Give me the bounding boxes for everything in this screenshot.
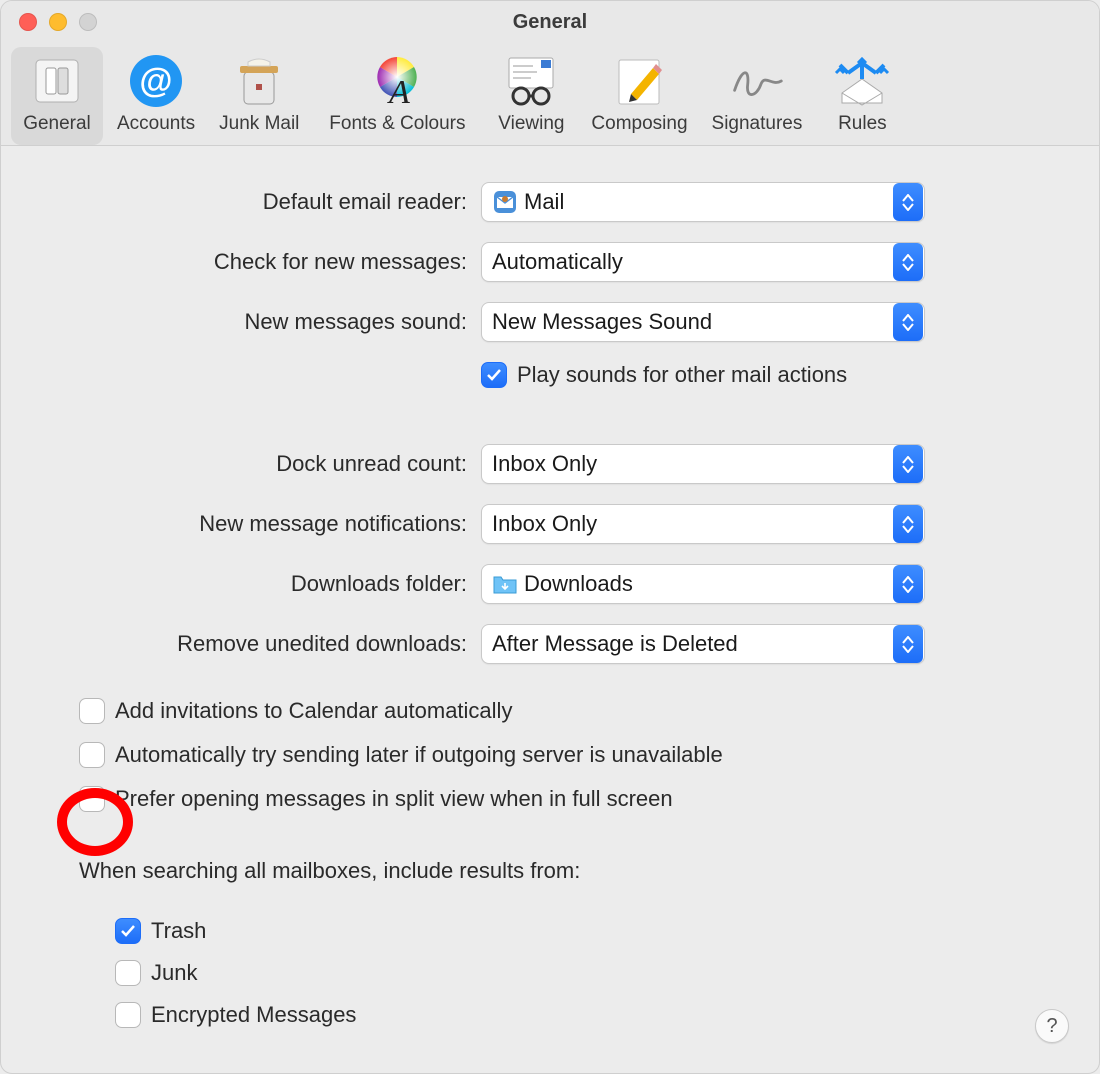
checkbox-label: Add invitations to Calendar automaticall… — [115, 698, 512, 724]
popup-value: New Messages Sound — [492, 309, 892, 335]
minimize-window-button[interactable] — [49, 13, 67, 31]
fonts-colours-icon: A — [369, 53, 425, 109]
popup-check-messages[interactable]: Automatically — [481, 242, 925, 282]
chevron-up-down-icon — [893, 243, 923, 281]
checkbox-add-invitations-row[interactable]: Add invitations to Calendar automaticall… — [79, 698, 1099, 724]
zoom-window-button[interactable] — [79, 13, 97, 31]
svg-text:@: @ — [140, 62, 173, 100]
checkbox-trash[interactable] — [115, 918, 141, 944]
tab-label: Signatures — [712, 113, 803, 135]
checkbox-encrypted[interactable] — [115, 1002, 141, 1028]
checkbox-split-view-row[interactable]: Prefer opening messages in split view wh… — [79, 786, 1099, 812]
checkbox-auto-retry-row[interactable]: Automatically try sending later if outgo… — [79, 742, 1099, 768]
rules-icon — [834, 53, 890, 109]
label-new-notif: New message notifications: — [1, 511, 481, 537]
signatures-icon — [729, 53, 785, 109]
checkbox-label: Junk — [151, 960, 197, 986]
tab-accounts[interactable]: @ Accounts — [107, 47, 205, 145]
popup-default-reader[interactable]: Mail — [481, 182, 925, 222]
checkbox-label: Prefer opening messages in split view wh… — [115, 786, 673, 812]
popup-new-sound[interactable]: New Messages Sound — [481, 302, 925, 342]
preferences-toolbar: General @ Accounts Junk Mail — [1, 43, 1099, 146]
label-new-sound: New messages sound: — [1, 309, 481, 335]
tab-signatures[interactable]: Signatures — [702, 47, 813, 145]
checkbox-play-sounds-row[interactable]: Play sounds for other mail actions — [481, 362, 941, 388]
checkbox-label: Encrypted Messages — [151, 1002, 356, 1028]
checkbox-label: Automatically try sending later if outgo… — [115, 742, 723, 768]
viewing-icon — [503, 53, 559, 109]
checkbox-split-view[interactable] — [79, 786, 105, 812]
label-dock-unread: Dock unread count: — [1, 451, 481, 477]
help-button[interactable]: ? — [1035, 1009, 1069, 1043]
label-check-messages: Check for new messages: — [1, 249, 481, 275]
close-window-button[interactable] — [19, 13, 37, 31]
chevron-up-down-icon — [893, 565, 923, 603]
chevron-up-down-icon — [893, 183, 923, 221]
label-downloads: Downloads folder: — [1, 571, 481, 597]
popup-value: Inbox Only — [492, 451, 892, 477]
checkbox-add-invitations[interactable] — [79, 698, 105, 724]
mail-app-icon — [492, 189, 518, 215]
popup-dock-unread[interactable]: Inbox Only — [481, 444, 925, 484]
checkbox-label: Play sounds for other mail actions — [517, 362, 847, 388]
checkbox-trash-row[interactable]: Trash — [115, 918, 1099, 944]
popup-value: Automatically — [492, 249, 892, 275]
checkbox-encrypted-row[interactable]: Encrypted Messages — [115, 1002, 1099, 1028]
label-default-reader: Default email reader: — [1, 189, 481, 215]
preferences-body: Default email reader: Mail Check — [1, 146, 1099, 1052]
help-icon: ? — [1046, 1015, 1057, 1038]
checkbox-play-sounds[interactable] — [481, 362, 507, 388]
popup-value: Downloads — [524, 571, 892, 597]
preferences-window: General General @ Accounts — [0, 0, 1100, 1074]
tab-fonts-colours[interactable]: A Fonts & Colours — [313, 47, 481, 145]
tab-rules[interactable]: Rules — [816, 47, 908, 145]
tab-label: Accounts — [117, 113, 195, 135]
trash-icon — [231, 53, 287, 109]
chevron-up-down-icon — [893, 445, 923, 483]
search-section-heading: When searching all mailboxes, include re… — [79, 858, 1099, 884]
popup-new-notif[interactable]: Inbox Only — [481, 504, 925, 544]
checkbox-junk[interactable] — [115, 960, 141, 986]
window-title: General — [513, 11, 587, 34]
folder-icon — [492, 571, 518, 597]
checkbox-auto-retry[interactable] — [79, 742, 105, 768]
popup-value: After Message is Deleted — [492, 631, 892, 657]
window-controls — [19, 13, 97, 31]
tab-label: Junk Mail — [219, 113, 299, 135]
popup-value: Mail — [524, 189, 892, 215]
tab-composing[interactable]: Composing — [581, 47, 697, 145]
popup-value: Inbox Only — [492, 511, 892, 537]
tab-general[interactable]: General — [11, 47, 103, 145]
general-icon — [29, 53, 85, 109]
chevron-up-down-icon — [893, 625, 923, 663]
at-sign-icon: @ — [128, 53, 184, 109]
tab-label: Composing — [591, 113, 687, 135]
popup-remove-downloads[interactable]: After Message is Deleted — [481, 624, 925, 664]
composing-icon — [611, 53, 667, 109]
chevron-up-down-icon — [893, 505, 923, 543]
chevron-up-down-icon — [893, 303, 923, 341]
tab-label: General — [23, 113, 91, 135]
label-remove-downloads: Remove unedited downloads: — [1, 631, 481, 657]
tab-label: Rules — [838, 113, 887, 135]
checkbox-junk-row[interactable]: Junk — [115, 960, 1099, 986]
svg-text:A: A — [387, 74, 410, 109]
tab-junk-mail[interactable]: Junk Mail — [209, 47, 309, 145]
tab-label: Fonts & Colours — [329, 113, 465, 135]
tab-label: Viewing — [498, 113, 564, 135]
checkbox-label: Trash — [151, 918, 206, 944]
popup-downloads-folder[interactable]: Downloads — [481, 564, 925, 604]
titlebar: General — [1, 1, 1099, 43]
tab-viewing[interactable]: Viewing — [485, 47, 577, 145]
